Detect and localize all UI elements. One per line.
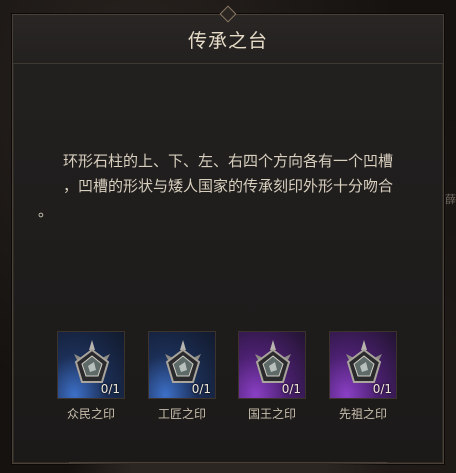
bottom-ornament [69,462,387,473]
seal-slot-ancestors[interactable]: 0/1 先祖之印 [325,331,401,422]
seal-slot-commoners[interactable]: 0/1 众民之印 [53,331,129,422]
slot-count: 0/1 [100,382,120,396]
seal-slot-king[interactable]: 0/1 国王之印 [234,331,310,422]
slot-label: 国王之印 [247,407,296,421]
panel-title: 传承之台 [187,30,268,52]
seal-slot-frame[interactable]: 0/1 [329,331,397,399]
seal-slot-frame[interactable]: 0/1 [238,331,306,399]
panel-header: 传承之台 [13,5,443,64]
seal-slot-craftsmen[interactable]: 0/1 工匠之印 [144,331,220,422]
seal-slot-frame[interactable]: 0/1 [148,331,216,399]
slot-label: 先祖之印 [338,407,387,421]
background-edge-text: 薛 [445,193,456,206]
slot-label: 工匠之印 [157,407,206,421]
slot-count: 0/1 [372,382,392,396]
slot-count: 0/1 [191,382,211,396]
slot-label: 众民之印 [66,407,115,421]
seal-slots: 0/1 众民之印 0/1 工匠之印 0/1 国王之印 0/1 先祖之印 [13,331,443,421]
description-line: ，凹槽的形状与矮人国家的传承刻印外形十分吻合 [62,177,393,195]
description-text: 环形石柱的上、下、左、右四个方向各有一个凹槽 ，凹槽的形状与矮人国家的传承刻印外… [37,149,419,224]
description-line: 环形石柱的上、下、左、右四个方向各有一个凹槽 [62,152,393,170]
description-line: 。 [38,202,54,220]
slot-count: 0/1 [281,382,301,396]
seal-slot-frame[interactable]: 0/1 [57,331,125,399]
inheritance-altar-panel: 传承之台 环形石柱的上、下、左、右四个方向各有一个凹槽 ，凹槽的形状与矮人国家的… [12,5,444,473]
